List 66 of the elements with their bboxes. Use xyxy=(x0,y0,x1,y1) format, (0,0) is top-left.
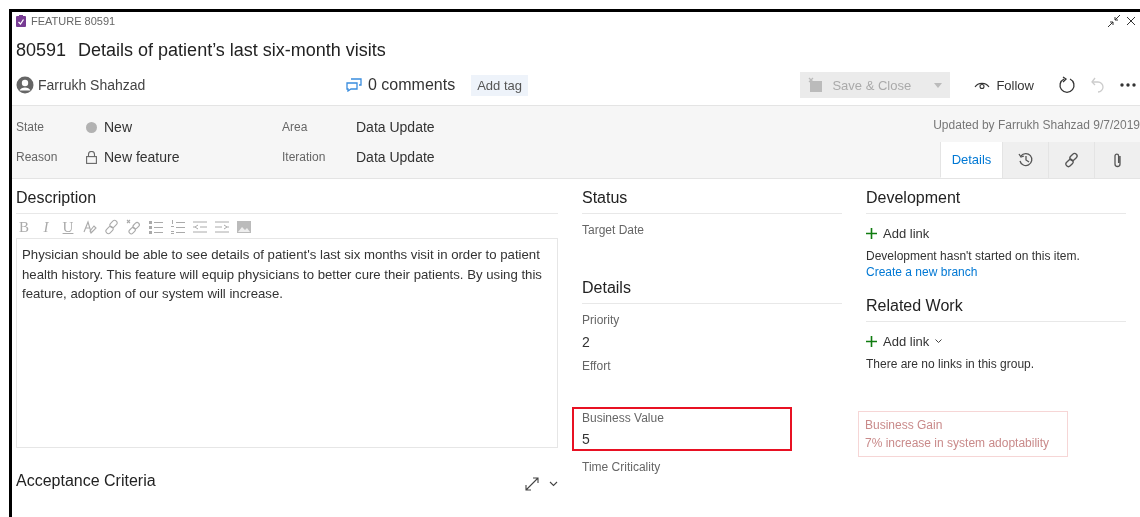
save-icon xyxy=(808,77,825,93)
assigned-user[interactable]: Farrukh Shahzad xyxy=(38,77,146,93)
create-branch-link[interactable]: Create a new branch xyxy=(866,265,1126,279)
field-value[interactable]: Data Update xyxy=(356,149,435,165)
plus-icon xyxy=(866,336,877,347)
state-dot-icon xyxy=(86,121,97,133)
paperclip-icon[interactable] xyxy=(1111,152,1124,168)
card-text: 7% increase in system adoptability xyxy=(865,435,1051,452)
plus-icon xyxy=(866,228,877,239)
updated-info: Updated by Farrukh Shahzad 9/7/2019 xyxy=(933,117,1140,132)
section-heading: Related Work xyxy=(866,297,1126,322)
avatar-icon[interactable] xyxy=(16,76,34,94)
section-heading: Acceptance Criteria xyxy=(16,472,157,491)
field-label: Area xyxy=(282,120,309,134)
caret-icon xyxy=(934,82,943,88)
highlight-icon[interactable] xyxy=(82,219,98,235)
description-editor[interactable]: Physician should be able to see details of patient's last six months visit in order to patient health history. This feature will equip physicians to better cure their patients. By using this feature, adoption of our system will increase. xyxy=(16,238,558,448)
work-item-title[interactable]: Details of patient’s last six-month visits xyxy=(78,39,386,61)
field-label: Iteration xyxy=(282,150,327,164)
links-tab[interactable] xyxy=(1048,142,1094,178)
card-title: Business Gain xyxy=(865,417,944,434)
comments-button[interactable]: 0 comments xyxy=(346,76,456,94)
comments-icon xyxy=(346,78,362,92)
field-label: State xyxy=(16,120,46,134)
eye-icon xyxy=(974,80,991,90)
bullet-list-icon[interactable] xyxy=(148,219,164,235)
image-icon[interactable] xyxy=(236,219,252,235)
work-item-icon xyxy=(16,15,26,27)
field-label: Effort xyxy=(582,359,612,373)
field-label: Time Criticality xyxy=(582,460,662,474)
info-text: There are no links in this group. xyxy=(866,357,1036,371)
section-heading: Description xyxy=(16,189,558,214)
more-icon[interactable] xyxy=(1120,83,1136,87)
work-item-type: FEATURE 80591 xyxy=(31,15,116,27)
collapse-icon[interactable] xyxy=(1107,14,1121,28)
field-value[interactable]: Data Update xyxy=(356,119,435,135)
field-value[interactable]: New xyxy=(104,119,132,135)
add-link-button[interactable]: Add link xyxy=(866,334,1126,349)
field-label: Target Date xyxy=(582,223,646,237)
field-label: Reason xyxy=(16,150,59,164)
field-label: Business Value xyxy=(582,411,665,425)
link-icon[interactable] xyxy=(1063,152,1080,168)
info-text: Development hasn't started on this item. xyxy=(866,249,1081,263)
field-value[interactable]: 2 xyxy=(582,334,842,350)
section-heading: Status xyxy=(582,189,842,214)
lock-icon xyxy=(86,150,97,164)
refresh-icon[interactable] xyxy=(1058,76,1076,94)
history-tab[interactable] xyxy=(1002,142,1048,178)
numbered-list-icon[interactable] xyxy=(170,219,186,235)
follow-button[interactable]: Follow xyxy=(968,76,1040,94)
unlink-icon[interactable] xyxy=(126,219,142,235)
history-icon[interactable] xyxy=(1017,152,1034,168)
field-value[interactable]: 5 xyxy=(582,431,782,447)
field-label: Priority xyxy=(582,313,621,327)
attachments-tab[interactable] xyxy=(1094,142,1140,178)
chevron-down-icon[interactable] xyxy=(549,481,558,487)
work-item-id: 80591 xyxy=(16,39,67,61)
add-tag-button[interactable]: Add tag xyxy=(471,74,528,96)
add-link-button[interactable]: Add link xyxy=(866,226,1126,241)
close-icon[interactable] xyxy=(1126,16,1136,26)
field-value[interactable]: New feature xyxy=(104,149,180,165)
expand-icon[interactable] xyxy=(525,477,539,491)
section-heading: Details xyxy=(582,279,842,304)
chevron-down-icon xyxy=(935,339,943,344)
details-tab[interactable]: Details xyxy=(940,142,1002,178)
section-heading: Development xyxy=(866,189,1126,214)
